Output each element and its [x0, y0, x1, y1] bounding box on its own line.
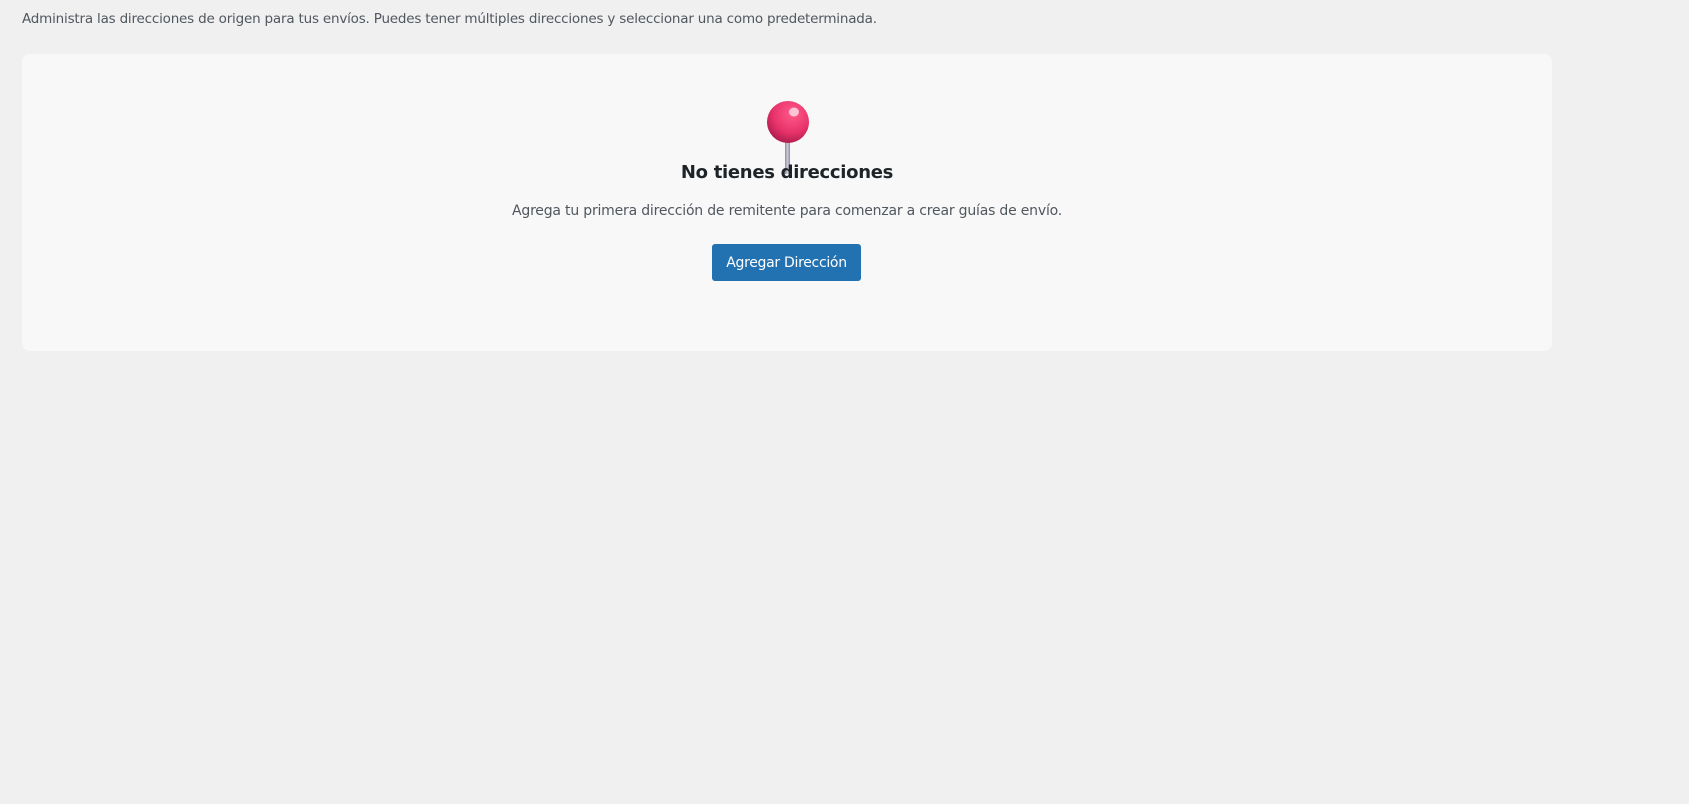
- add-address-button[interactable]: Agregar Dirección: [712, 244, 861, 281]
- empty-state-card: No tienes direcciones Agrega tu primera …: [22, 54, 1552, 351]
- empty-state-description: Agrega tu primera dirección de remitente…: [512, 203, 1062, 219]
- page-description: Administra las direcciones de origen par…: [22, 11, 877, 27]
- empty-state-title: No tienes direcciones: [680, 162, 894, 183]
